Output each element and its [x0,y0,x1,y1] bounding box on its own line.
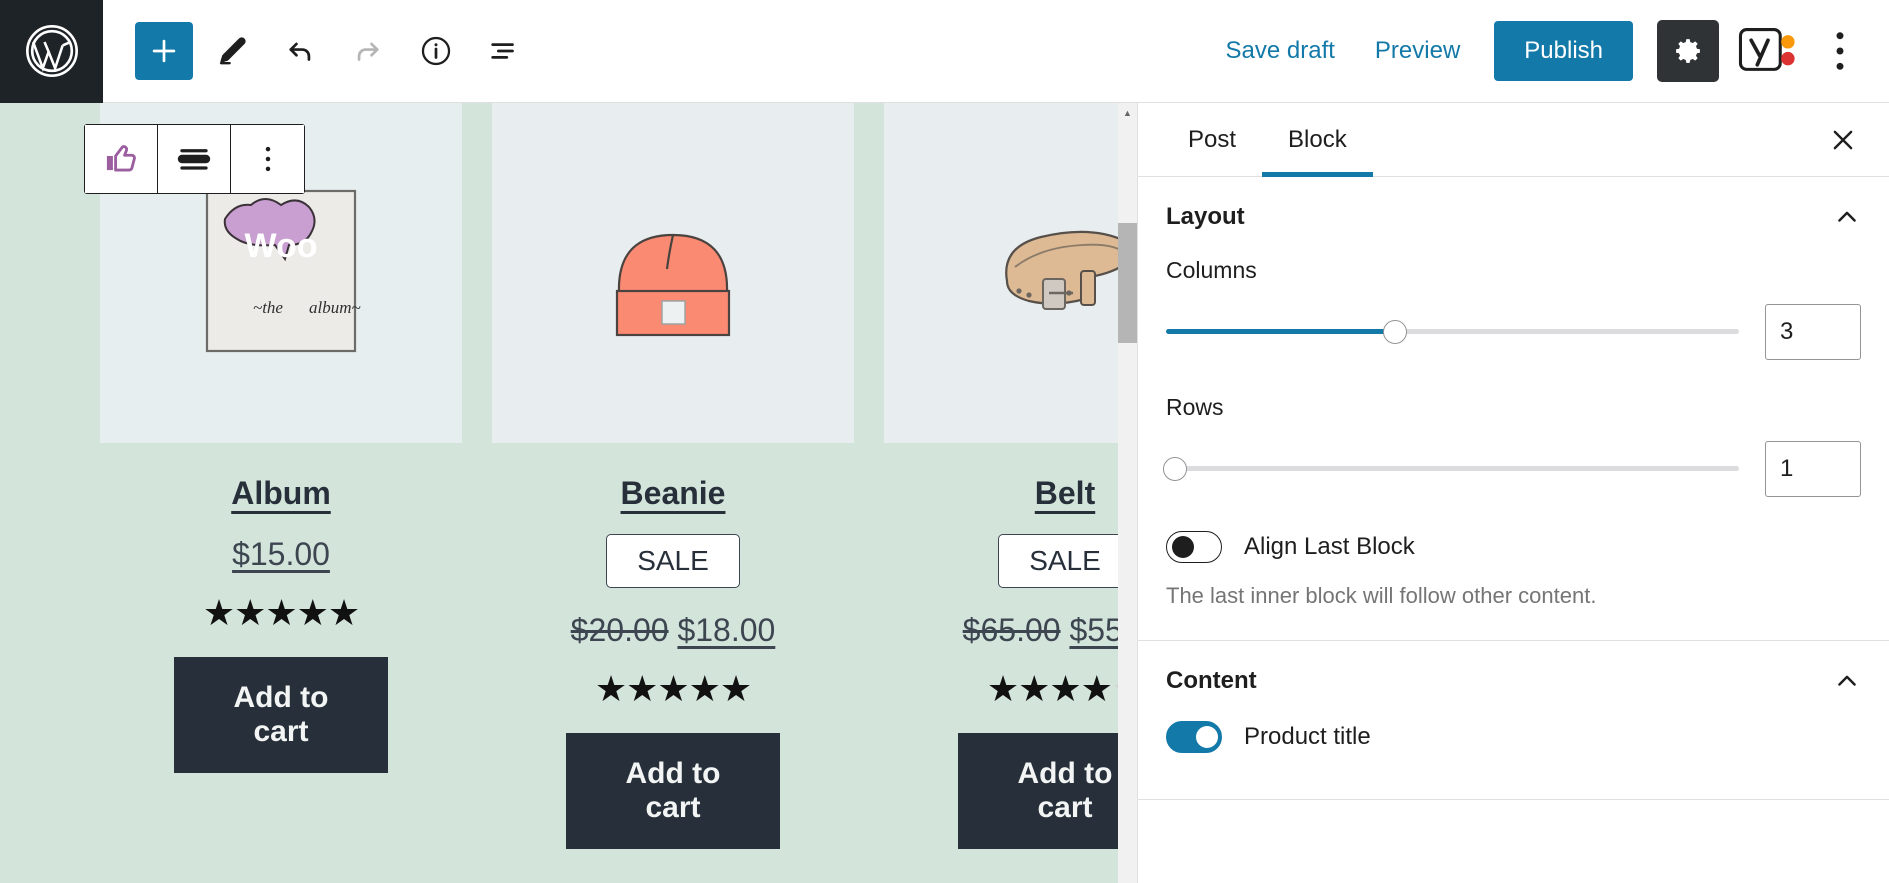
product-rating: ★★★★★ [986,668,1137,709]
svg-text:album~: album~ [309,298,361,317]
product-card[interactable]: Woo ~the album~ Album $15.00 ★★★★★ Add t… [100,103,462,849]
add-block-button[interactable] [135,22,193,80]
undo-button[interactable] [271,22,329,80]
product-price-original: $65.00 [962,612,1061,648]
svg-text:Woo: Woo [244,227,317,265]
add-to-cart-button[interactable]: Add to cart [958,733,1137,849]
panel-layout: Layout Columns Rows [1138,177,1889,641]
align-text-icon[interactable] [158,125,231,193]
thumbs-up-icon[interactable] [85,125,158,193]
slider-thumb[interactable] [1162,457,1187,481]
scroll-up-arrow-icon[interactable]: ▲ [1118,103,1137,122]
block-settings-sidebar: Post Block Layout Columns 3 Rows 1 Align… [1137,103,1889,883]
product-title-toggle[interactable] [1166,720,1222,753]
align-last-block-help: The last inner block will follow other c… [1166,583,1597,608]
close-x-icon[interactable] [1819,116,1867,164]
product-title[interactable]: Belt [884,475,1137,512]
columns-number-input[interactable] [1765,304,1861,360]
list-view-button[interactable] [475,22,533,80]
details-info-button[interactable] [407,22,465,80]
columns-slider[interactable] [1166,320,1739,344]
sidebar-tabs: Post Block [1138,103,1889,177]
block-toolbar [84,124,305,194]
columns-label: Columns [1166,257,1257,283]
panel-content: Content Product title [1138,641,1889,800]
panel-content-header[interactable]: Content [1166,641,1861,721]
preview-button[interactable]: Preview [1355,25,1480,77]
yoast-seo-icon[interactable] [1737,23,1799,79]
product-price: $15.00 [100,536,462,573]
product-title-label: Product title [1244,722,1371,750]
product-price: $20.00 $18.00 [492,612,854,649]
rows-number-input[interactable] [1765,441,1861,497]
rows-label: Rows [1166,394,1224,420]
align-last-block-toggle[interactable] [1166,531,1222,563]
align-last-block-row: Align Last Block [1166,531,1861,563]
panel-content-body: Product title [1166,720,1861,799]
top-bar-left-tools [103,22,533,80]
beanie-product-image[interactable] [492,103,854,443]
editor-canvas[interactable]: Woo ~the album~ Album $15.00 ★★★★★ Add t… [0,103,1137,883]
toggle-knob [1196,725,1218,748]
product-title[interactable]: Beanie [492,475,854,512]
product-price-original: $20.00 [570,612,669,648]
align-last-block-label: Align Last Block [1244,533,1415,560]
columns-control [1166,304,1861,360]
editor-top-bar: Save draft Preview Publish [0,0,1889,103]
canvas-scrollbar[interactable]: ▲ [1118,103,1137,883]
kebab-menu-icon[interactable] [1813,22,1867,80]
wordpress-logo-icon[interactable] [0,0,103,103]
panel-title: Layout [1166,203,1245,230]
svg-text:~the: ~the [253,298,283,317]
kebab-menu-icon[interactable] [231,125,304,193]
product-title-row: Product title [1166,720,1861,753]
toggle-knob [1172,536,1194,558]
add-to-cart-button[interactable]: Add to cart [566,733,780,849]
tab-post[interactable]: Post [1162,103,1262,176]
gear-icon[interactable] [1657,20,1719,82]
save-draft-button[interactable]: Save draft [1206,25,1355,77]
slider-fill [1166,329,1396,334]
add-to-cart-button[interactable]: Add to cart [174,657,388,773]
slider-track [1166,466,1739,471]
publish-button[interactable]: Publish [1494,21,1633,81]
redo-button[interactable] [339,22,397,80]
sale-badge[interactable]: SALE [998,534,1132,588]
product-price: $65.00 $55.00 [884,612,1137,649]
chevron-up-icon[interactable] [1833,203,1861,231]
product-card[interactable]: Beanie SALE $20.00 $18.00 ★★★★★ Add to c… [492,103,854,849]
scrollbar-thumb[interactable] [1118,223,1137,343]
panel-layout-header[interactable]: Layout [1166,177,1861,257]
product-price-current: $15.00 [232,536,330,572]
panel-layout-body: Columns Rows [1162,257,1861,640]
rows-slider[interactable] [1162,457,1739,481]
slider-thumb[interactable] [1383,320,1408,344]
product-grid: Woo ~the album~ Album $15.00 ★★★★★ Add t… [0,103,1137,849]
product-title[interactable]: Album [100,475,462,512]
tools-pencil-button[interactable] [203,22,261,80]
product-card[interactable]: Belt SALE $65.00 $55.00 ★★★★★ Add to car… [884,103,1137,849]
product-rating: ★★★★★ [594,668,752,709]
sale-badge[interactable]: SALE [606,534,740,588]
product-price-current: $18.00 [677,612,776,648]
tab-block[interactable]: Block [1262,103,1373,177]
chevron-up-icon[interactable] [1833,667,1861,695]
belt-product-image[interactable] [884,103,1137,443]
rows-control [1162,441,1861,497]
product-rating: ★★★★★ [202,592,360,633]
top-bar-right-actions: Save draft Preview Publish [1206,20,1889,82]
panel-title: Content [1166,666,1257,694]
